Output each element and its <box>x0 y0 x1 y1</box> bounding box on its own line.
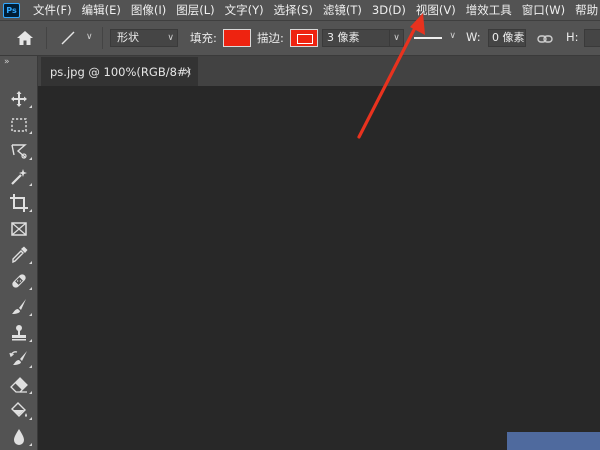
brush-tool-icon[interactable] <box>9 297 32 317</box>
menu-view[interactable]: 视图(V) <box>416 0 456 20</box>
home-icon[interactable] <box>16 30 34 46</box>
chevron-down-icon[interactable]: ∨ <box>86 32 93 42</box>
stroke-type-select[interactable]: ∨ <box>410 29 458 47</box>
width-label: W: <box>466 30 481 44</box>
frame-tool-icon[interactable] <box>9 219 29 239</box>
canvas-area[interactable] <box>38 86 600 450</box>
document-tab-bar: ps.jpg @ 100%(RGB/8#) × <box>38 56 600 86</box>
eyedropper-tool-icon[interactable] <box>9 245 32 265</box>
fill-label: 填充: <box>190 31 217 45</box>
solid-line-icon <box>414 37 442 39</box>
menu-filter[interactable]: 滤镜(T) <box>323 0 362 20</box>
healing-brush-tool-icon[interactable] <box>9 271 32 291</box>
stroke-width-field[interactable]: 3 像素 ∨ <box>322 29 404 47</box>
move-tool-icon[interactable] <box>9 89 32 109</box>
tools-panel: » <box>0 56 38 450</box>
crop-tool-icon[interactable] <box>9 193 32 213</box>
menu-image[interactable]: 图像(I) <box>131 0 166 20</box>
document-tab-title: ps.jpg @ 100%(RGB/8#) <box>50 65 192 79</box>
menu-select[interactable]: 选择(S) <box>274 0 313 20</box>
height-label: H: <box>566 30 579 44</box>
chevron-down-icon: ∨ <box>449 31 456 41</box>
tool-mode-select[interactable]: 形状 ∨ <box>110 29 178 47</box>
tool-mode-value: 形状 <box>117 31 139 44</box>
menu-plugins[interactable]: 增效工具 <box>466 0 512 20</box>
fill-color-swatch[interactable] <box>223 29 251 47</box>
clone-stamp-tool-icon[interactable] <box>9 323 32 343</box>
stroke-label: 描边: <box>257 31 284 45</box>
photoshop-logo[interactable]: Ps <box>3 2 20 18</box>
paint-bucket-tool-icon[interactable] <box>9 401 32 421</box>
eraser-tool-icon[interactable] <box>9 375 32 395</box>
divider <box>102 27 103 49</box>
options-bar: ∨ 形状 ∨ 填充: 描边: 3 像素 ∨ ∨ W: 0 像素 H: <box>0 20 600 56</box>
width-input[interactable]: 0 像素 <box>488 29 526 47</box>
menu-edit[interactable]: 编辑(E) <box>82 0 121 20</box>
chevron-down-icon[interactable]: ∨ <box>389 30 403 46</box>
stroke-width-value: 3 像素 <box>327 31 360 44</box>
history-brush-tool-icon[interactable] <box>9 349 32 369</box>
marquee-tool-icon[interactable] <box>9 115 32 135</box>
menu-window[interactable]: 窗口(W) <box>522 0 565 20</box>
menu-help[interactable]: 帮助 <box>575 0 598 20</box>
menu-file[interactable]: 文件(F) <box>33 0 72 20</box>
document-image-edge[interactable] <box>507 432 600 450</box>
menu-layer[interactable]: 图层(L) <box>176 0 214 20</box>
magic-wand-tool-icon[interactable] <box>9 167 32 187</box>
menu-bar: Ps 文件(F) 编辑(E) 图像(I) 图层(L) 文字(Y) 选择(S) 滤… <box>0 0 600 20</box>
link-icon[interactable] <box>537 31 553 45</box>
divider <box>46 27 47 49</box>
collapse-panel-icon[interactable]: » <box>4 57 9 67</box>
menu-type[interactable]: 文字(Y) <box>225 0 264 20</box>
document-tab[interactable]: ps.jpg @ 100%(RGB/8#) × <box>41 57 198 86</box>
height-input[interactable] <box>584 29 600 47</box>
stroke-color-swatch[interactable] <box>290 29 318 47</box>
menu-3d[interactable]: 3D(D) <box>372 0 406 20</box>
blur-tool-icon[interactable] <box>9 427 32 447</box>
close-icon[interactable]: × <box>183 57 192 87</box>
line-tool-preset-icon[interactable] <box>58 28 80 48</box>
lasso-tool-icon[interactable] <box>9 141 32 161</box>
chevron-down-icon: ∨ <box>167 33 174 43</box>
